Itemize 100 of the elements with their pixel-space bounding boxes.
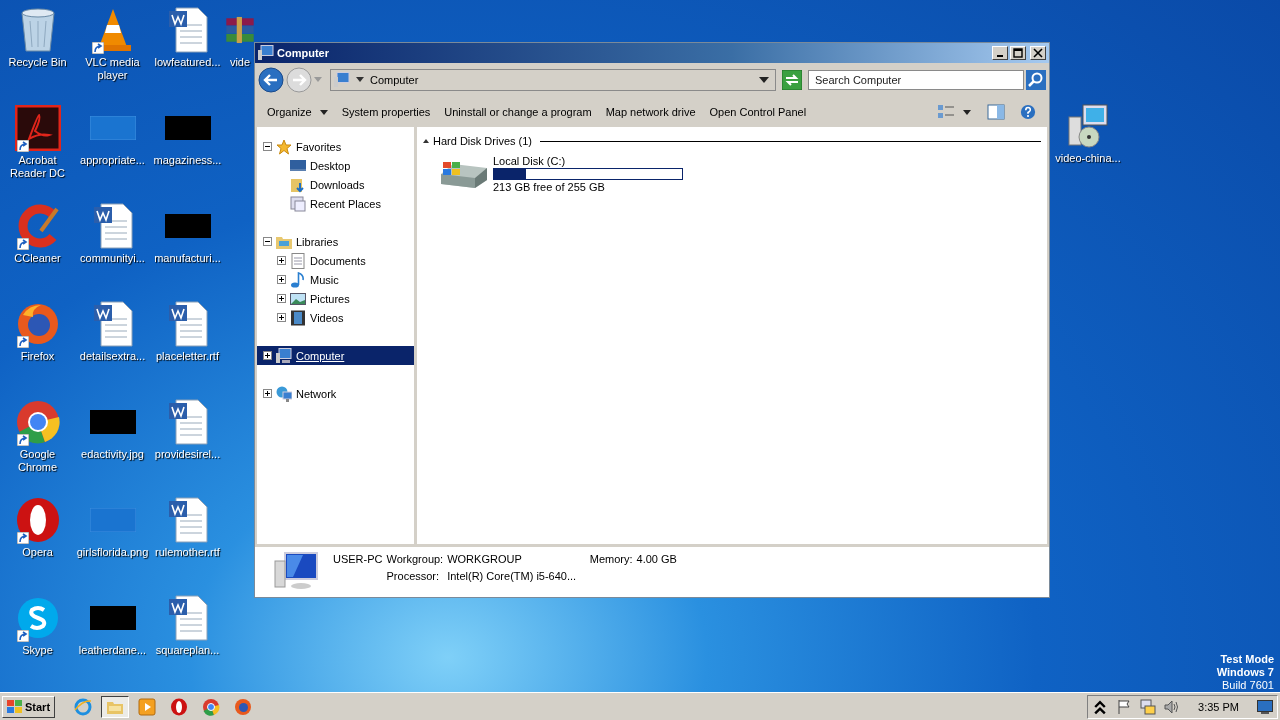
desktop-icon[interactable]: Opera <box>0 494 75 592</box>
expand-icon[interactable] <box>277 313 286 322</box>
computer-name: USER-PC <box>333 553 383 565</box>
desktop-icon-label: CCleaner <box>13 252 62 265</box>
preview-pane-icon[interactable] <box>987 104 1005 120</box>
desktop-icon[interactable]: vide <box>225 4 255 102</box>
address-bar[interactable]: Computer <box>330 69 776 91</box>
nav-item[interactable]: Libraries <box>257 232 414 251</box>
toolbar-button[interactable]: Uninstall or change a program <box>438 103 598 121</box>
close-button[interactable] <box>1030 46 1046 60</box>
address-path: Computer <box>370 74 419 86</box>
browser-icon <box>14 399 61 445</box>
collapse-icon[interactable] <box>423 139 429 143</box>
star-icon <box>276 138 292 155</box>
installer-icon <box>1065 103 1111 149</box>
back-button[interactable] <box>258 67 284 93</box>
desktop-icon[interactable]: placeletter.rtf <box>150 298 225 396</box>
network-icon[interactable] <box>1140 698 1157 715</box>
browser-icon <box>202 697 221 716</box>
maximize-icon <box>1013 48 1023 58</box>
desktop-icon[interactable]: communityi... <box>75 200 150 298</box>
taskbar-button[interactable] <box>101 695 130 718</box>
chevron-icon[interactable] <box>1092 698 1109 715</box>
collapse-icon[interactable] <box>263 142 272 151</box>
desktop-icon[interactable]: detailsextra... <box>75 298 150 396</box>
flag-icon[interactable] <box>1116 698 1133 715</box>
expand-icon[interactable] <box>263 389 272 398</box>
toolbar-button[interactable]: Organize <box>261 103 334 121</box>
show-desktop-icon[interactable] <box>1257 698 1273 715</box>
nav-item[interactable]: Network <box>257 384 414 403</box>
detail-value: 4.00 GB <box>636 553 677 565</box>
desktop-icon[interactable]: Google Chrome <box>0 396 75 494</box>
system-notice-text: Test Mode <box>1220 653 1274 666</box>
expand-icon[interactable] <box>277 256 286 265</box>
desktop-icon-label: magaziness... <box>152 154 223 167</box>
speaker-icon[interactable] <box>1164 698 1181 715</box>
nav-item-label: Favorites <box>296 140 342 153</box>
nav-item[interactable]: Videos <box>257 308 414 327</box>
nav-item[interactable]: Downloads <box>257 175 414 194</box>
desktop-icon[interactable]: lowfeatured... <box>150 4 225 102</box>
desktop-icon[interactable]: appropriate... <box>75 102 150 200</box>
desktop-icon[interactable]: rulemother.rtf <box>150 494 225 592</box>
computer-icon <box>276 347 292 364</box>
nav-item[interactable]: Computer <box>257 346 414 365</box>
thumbnail-icon <box>89 410 136 434</box>
desktop-icon-label: placeletter.rtf <box>155 350 220 363</box>
desktop-icon[interactable]: girlsflorida.png <box>75 494 150 592</box>
desktop-icon[interactable]: Acrobat Reader DC <box>0 102 75 200</box>
nav-item[interactable]: Desktop <box>257 156 414 175</box>
desktop-icon-label: appropriate... <box>79 154 146 167</box>
start-button[interactable]: Start <box>2 695 56 718</box>
drive-item[interactable]: Local Disk (C:) 213 GB free of 255 GB <box>439 155 683 193</box>
nav-item-label: Libraries <box>296 235 339 248</box>
thumbnail-icon <box>89 116 136 140</box>
monitor-icon <box>290 157 306 174</box>
nav-item[interactable]: Documents <box>257 251 414 270</box>
desktop-icon-label: video-china... <box>1054 152 1122 165</box>
desktop-icon-label: leatherdane... <box>77 644 148 657</box>
window-title: Computer <box>277 47 329 59</box>
music-note-icon <box>290 271 306 288</box>
nav-item-label: Pictures <box>310 292 350 305</box>
nav-item[interactable]: Music <box>257 270 414 289</box>
expand-icon[interactable] <box>277 275 286 284</box>
expand-icon[interactable] <box>277 294 286 303</box>
desktop-icon[interactable]: VLC media player <box>75 4 150 102</box>
desktop-icon[interactable]: CCleaner <box>0 200 75 298</box>
nav-item-label: Documents <box>310 254 366 267</box>
desktop-icon[interactable]: Skype <box>0 592 75 690</box>
nav-item[interactable]: Pictures <box>257 289 414 308</box>
nav-item-label: Music <box>310 273 339 286</box>
drive-free-space: 213 GB free of 255 GB <box>493 181 606 193</box>
caret-icon[interactable] <box>963 109 971 115</box>
desktop-icon[interactable]: video-china... <box>1048 100 1128 198</box>
maximize-button[interactable] <box>1010 46 1026 60</box>
desktop-icon[interactable]: edactivity.jpg <box>75 396 150 494</box>
desktop-icon[interactable]: Recycle Bin <box>0 4 75 102</box>
collapse-icon[interactable] <box>263 237 272 246</box>
nav-item-label: Videos <box>310 311 344 324</box>
expand-icon[interactable] <box>263 351 272 360</box>
help-icon[interactable] <box>1019 104 1037 120</box>
desktop-icon[interactable]: Firefox <box>0 298 75 396</box>
toolbar-button[interactable]: Open Control Panel <box>703 103 813 121</box>
search-field[interactable]: Search Computer <box>808 70 1024 90</box>
clock[interactable]: 3:35 PM <box>1198 700 1239 713</box>
desktop-icon-label: Recycle Bin <box>7 56 68 69</box>
desktop-icon[interactable]: magaziness... <box>150 102 225 200</box>
minimize-button[interactable] <box>992 46 1008 60</box>
search-button[interactable] <box>1026 70 1046 90</box>
refresh-button[interactable] <box>782 70 802 90</box>
detail-label: Workgroup: <box>386 553 444 565</box>
toolbar-button[interactable]: System properties <box>335 103 437 121</box>
desktop-icon[interactable]: manufacturi... <box>150 200 225 298</box>
desktop-icon-label: rulemother.rtf <box>154 546 221 559</box>
nav-item[interactable]: Recent Places <box>257 194 414 213</box>
desktop-icon[interactable]: providesirel... <box>150 396 225 494</box>
dropdown-caret-icon[interactable] <box>759 77 769 83</box>
nav-item[interactable]: Favorites <box>257 137 414 156</box>
toolbar-button[interactable]: Map network drive <box>599 103 702 121</box>
group-header[interactable]: Hard Disk Drives (1) <box>433 135 532 147</box>
desktop-icon[interactable]: leatherdane... <box>75 592 150 690</box>
